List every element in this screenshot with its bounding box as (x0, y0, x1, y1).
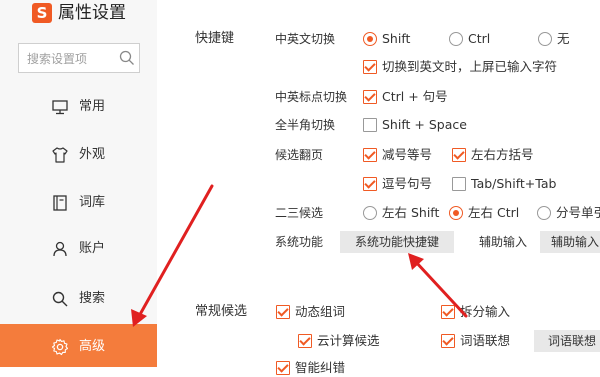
radio-button[interactable] (449, 206, 463, 220)
checkbox[interactable] (363, 118, 377, 132)
radio-button[interactable] (363, 32, 377, 46)
section-title-candidates: 常规候选 (195, 304, 248, 319)
second-third-label: 二三候选 (275, 206, 324, 220)
section-title-shortcuts: 快捷键 (195, 31, 235, 46)
settings-search-box[interactable] (18, 43, 140, 73)
checkbox[interactable] (363, 148, 377, 162)
monitor-icon (52, 100, 68, 115)
checkbox[interactable] (441, 305, 455, 319)
checkbox[interactable] (276, 361, 290, 375)
sidebar-item-search[interactable]: 搜索 (0, 276, 157, 322)
sidebar-item-common[interactable]: 常用 (0, 84, 157, 130)
shirt-icon (52, 147, 68, 163)
sidebar-item-label: 账户 (79, 241, 106, 256)
radio-button[interactable] (537, 206, 551, 220)
assist-input-button[interactable]: 辅助输入 (540, 231, 600, 253)
system-func-label: 系统功能 (275, 235, 324, 249)
book-icon (53, 195, 67, 211)
punct-switch-label: 中英标点切换 (275, 90, 348, 104)
radio-button[interactable] (538, 32, 552, 46)
checkbox[interactable] (276, 305, 290, 319)
sidebar-item-label: 外观 (79, 147, 106, 162)
sidebar: S 属性设置 常用 外观 词库 (0, 0, 157, 367)
gear-icon (51, 338, 69, 356)
sidebar-item-label: 词库 (79, 195, 106, 210)
sidebar-item-label: 常用 (79, 99, 106, 114)
cn-en-switch-label: 中英文切换 (275, 32, 336, 46)
checkbox[interactable] (363, 60, 377, 74)
checkbox[interactable] (363, 177, 377, 191)
app-title: 属性设置 (58, 3, 126, 23)
system-shortcut-button[interactable]: 系统功能快捷键 (340, 231, 454, 253)
width-switch-label: 全半角切换 (275, 118, 336, 132)
user-icon (53, 241, 67, 257)
settings-main-panel: 快捷键 中英文切换 Shift Ctrl 无 切换到英文时，上屏已输入字符 中英… (157, 0, 600, 375)
checkbox[interactable] (298, 334, 312, 348)
radio-button[interactable] (363, 206, 377, 220)
sidebar-item-label: 搜索 (79, 291, 106, 306)
sidebar-item-appearance[interactable]: 外观 (0, 132, 157, 178)
checkbox[interactable] (363, 90, 377, 104)
settings-search-input[interactable] (25, 49, 119, 69)
search-icon[interactable] (119, 50, 135, 66)
assist-input-label: 辅助输入 (479, 235, 528, 249)
page-turn-label: 候选翻页 (275, 148, 324, 162)
checkbox[interactable] (452, 148, 466, 162)
checkbox[interactable] (452, 177, 466, 191)
app-header: S 属性设置 (0, 0, 157, 32)
sidebar-item-label: 高级 (79, 339, 106, 354)
search-icon (52, 291, 68, 307)
radio-button[interactable] (449, 32, 463, 46)
sidebar-item-account[interactable]: 账户 (0, 226, 157, 272)
sidebar-item-dictionary[interactable]: 词库 (0, 180, 157, 226)
sogou-logo-icon: S (32, 3, 52, 23)
checkbox[interactable] (441, 334, 455, 348)
sidebar-item-advanced[interactable]: 高级 (0, 324, 157, 367)
word-association-button[interactable]: 词语联想 (534, 330, 600, 352)
